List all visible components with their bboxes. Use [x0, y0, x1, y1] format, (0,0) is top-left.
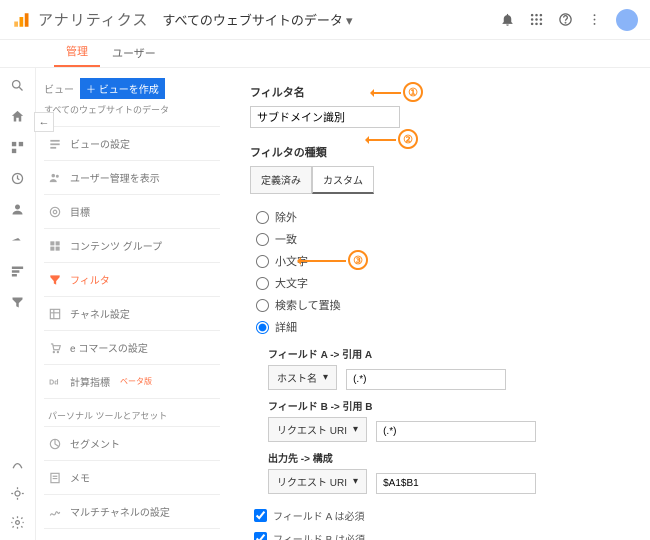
sidebar-item[interactable]: ビューの設定 [44, 126, 220, 160]
tab-row: 管理 ユーザー [0, 40, 650, 68]
customize-icon[interactable] [10, 140, 25, 155]
callout-1: ① [403, 82, 423, 102]
filter-icon [48, 273, 62, 287]
sidebar-item-label: メモ [70, 470, 90, 485]
sidebar-item[interactable]: コンテンツ グループ [44, 228, 220, 262]
chevron-down-icon: ▾ [353, 424, 358, 435]
output-pattern-input[interactable] [376, 473, 536, 494]
note-icon [48, 471, 62, 485]
radio-search-replace[interactable]: 検索して置換 [256, 294, 632, 316]
beta-badge: ベータ版 [120, 376, 152, 387]
filter-name-label: フィルタ名 [250, 84, 632, 100]
sidebar-item[interactable]: Dd 計算指標ベータ版 [44, 364, 220, 398]
filter-type-label: フィルタの種類 [250, 144, 632, 160]
field-b-pattern-input[interactable] [376, 421, 536, 442]
sidebar-item[interactable]: ユーザー管理を表示 [44, 160, 220, 194]
radio-exclude[interactable]: 除外 [256, 206, 632, 228]
callout-3: ③ [348, 250, 368, 270]
search-icon[interactable] [10, 78, 25, 93]
settings-icon [48, 137, 62, 151]
sidebar-item[interactable]: フィルタ [44, 262, 220, 296]
section-header: パーソナル ツールとアセット [44, 398, 220, 426]
chevron-down-icon: ▾ [323, 372, 328, 383]
radio-include[interactable]: 一致 [256, 228, 632, 250]
bell-icon[interactable] [500, 12, 515, 27]
sidebar-item-label: マルチチャネルの設定 [70, 504, 170, 519]
chk-field-a-required[interactable]: フィールド A は必須 [254, 504, 632, 527]
cart-icon [48, 341, 62, 355]
tab-user[interactable]: ユーザー [100, 39, 168, 67]
radio-advanced[interactable]: 詳細 [256, 316, 632, 338]
svg-text:Dd: Dd [49, 379, 58, 386]
sidebar-item-label: コンテンツ グループ [70, 238, 162, 253]
sidebar-item[interactable]: セグメント [44, 426, 220, 460]
type-predefined-tab[interactable]: 定義済み [250, 166, 312, 194]
sidebar-item-label: 計算指標 [70, 374, 110, 389]
left-rail [0, 68, 36, 540]
type-custom-tab[interactable]: カスタム [312, 166, 374, 194]
radio-uppercase[interactable]: 大文字 [256, 272, 632, 294]
sidebar-item-label: 目標 [70, 204, 90, 219]
all-views-text[interactable]: すべてのウェブサイトのデータ [44, 103, 220, 116]
sidebar-item[interactable]: e コマースの設定 [44, 330, 220, 364]
sidebar-item[interactable]: メモ [44, 460, 220, 494]
acquisition-icon[interactable] [10, 233, 25, 248]
sidebar-item-label: ビューの設定 [70, 136, 130, 151]
back-button[interactable]: ← [34, 112, 54, 132]
sidebar-item-label: チャネル設定 [70, 306, 130, 321]
home-icon[interactable] [10, 109, 25, 124]
sidebar-item[interactable]: チャネル設定 [44, 296, 220, 330]
field-b-select[interactable]: リクエスト URI▾ [268, 417, 367, 442]
channel-icon [48, 307, 62, 321]
topbar: アナリティクス すべてのウェブサイトのデータ▾ [0, 0, 650, 40]
sidebar-item-label: e コマースの設定 [70, 340, 148, 355]
chevron-down-icon: ▾ [353, 476, 358, 487]
conversion-icon[interactable] [10, 295, 25, 310]
sidebar-item[interactable]: カスタム チャネル グループベータ版 [44, 528, 220, 540]
side-column: ビュー ＋ ビューを作成 すべてのウェブサイトのデータ ビューの設定ユーザー管理… [36, 68, 228, 540]
help-icon[interactable] [558, 12, 573, 27]
field-a-pattern-input[interactable] [346, 369, 506, 390]
brand-title: アナリティクス [38, 9, 148, 30]
filter-name-input[interactable] [250, 106, 400, 128]
callout-2: ② [398, 129, 418, 149]
tab-admin[interactable]: 管理 [54, 37, 100, 67]
sidebar-item-label: ユーザー管理を表示 [70, 170, 160, 185]
main-panel: フィルタ名 フィルタの種類 定義済み カスタム 除外 一致 小文字 大文字 検索… [228, 68, 650, 540]
sidebar-item[interactable]: 目標 [44, 194, 220, 228]
output-label: 出力先 -> 構成 [268, 450, 632, 465]
output-select[interactable]: リクエスト URI▾ [268, 469, 367, 494]
dropdown-icon: ▾ [346, 13, 353, 28]
chk-field-b-required[interactable]: フィールド B は必須 [254, 527, 632, 540]
field-b-label: フィールド B -> 引用 B [268, 398, 632, 413]
more-icon[interactable] [587, 12, 602, 27]
realtime-icon[interactable] [10, 171, 25, 186]
apps-icon[interactable] [529, 12, 544, 27]
discover-icon[interactable] [10, 486, 25, 501]
admin-icon[interactable] [10, 515, 25, 530]
field-a-label: フィールド A -> 引用 A [268, 346, 632, 361]
view-selector[interactable]: すべてのウェブサイトのデータ▾ [162, 10, 352, 29]
multi-icon [48, 505, 62, 519]
attribution-icon[interactable] [10, 457, 25, 472]
callout-arrow-1 [371, 92, 401, 94]
users-icon [48, 171, 62, 185]
dd-icon: Dd [48, 375, 62, 389]
callout-arrow-3 [298, 260, 346, 262]
field-a-select[interactable]: ホスト名▾ [268, 365, 337, 390]
view-label: ビュー [44, 81, 74, 96]
goal-icon [48, 205, 62, 219]
analytics-logo-icon [12, 11, 30, 29]
sidebar-item-label: セグメント [70, 436, 120, 451]
sidebar-item-label: フィルタ [70, 272, 110, 287]
behavior-icon[interactable] [10, 264, 25, 279]
create-view-button[interactable]: ＋ ビューを作成 [80, 78, 165, 99]
avatar[interactable] [616, 9, 638, 31]
content-icon [48, 239, 62, 253]
sidebar-item[interactable]: マルチチャネルの設定 [44, 494, 220, 528]
segment-icon [48, 437, 62, 451]
audience-icon[interactable] [10, 202, 25, 217]
callout-arrow-2 [366, 139, 396, 141]
